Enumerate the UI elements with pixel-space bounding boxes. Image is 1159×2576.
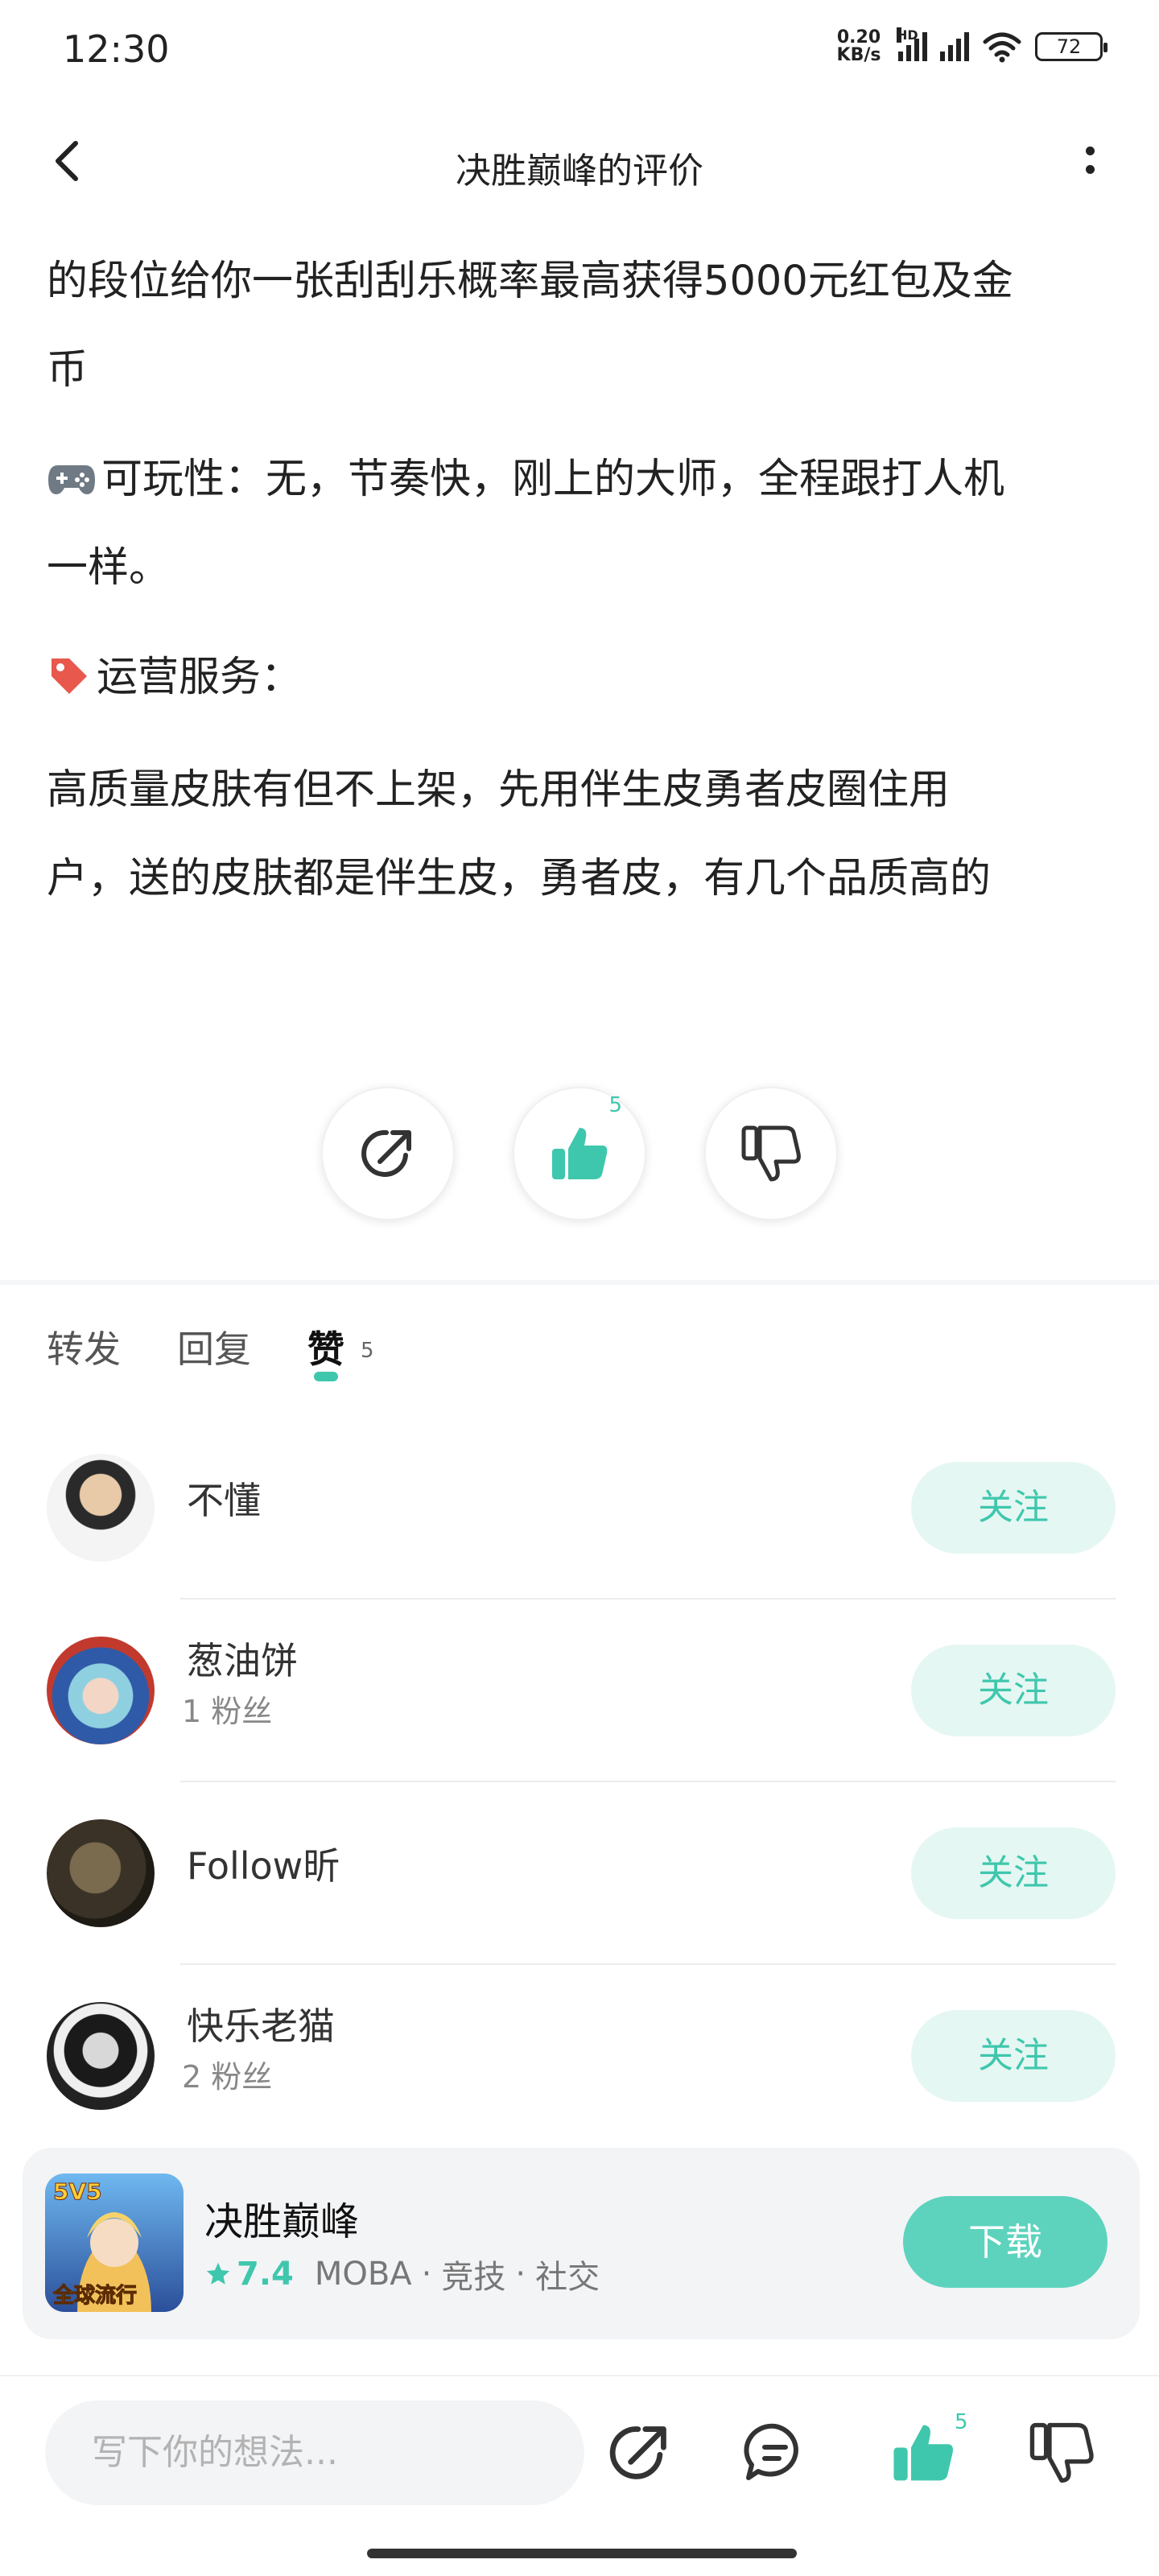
bookmark-tag-icon [52,658,87,694]
game-card[interactable]: 5V5 全球流行 决胜巅峰 7.4 MOBA · 竞技 · 社交 下载 [23,2148,1140,2339]
thumbs-up-icon [552,1128,608,1179]
bottom-action-bar: 写下你的想法... 5 [0,2375,1159,2576]
review-line: 可玩性：无，节奏快，刚上的大师，全程跟打人机 [47,427,1125,533]
user-fans-count: 1 粉丝 [182,1694,273,1729]
tab-like-count: 5 [361,1339,374,1363]
comment-input[interactable]: 写下你的想法... [45,2401,584,2505]
share-icon [609,2426,666,2479]
follow-button[interactable]: 关注 [911,1827,1116,1919]
signal-icon [940,32,969,61]
tab-like[interactable]: 赞5 [307,1320,374,1381]
tag-separator: · [421,2256,432,2293]
status-bar: 12:30 0.20 KB/s HD 72 [0,0,1159,100]
signal-hd-icon: HD [897,27,927,61]
star-icon [206,2262,230,2285]
tab-forward[interactable]: 转发 [47,1320,121,1373]
like-count: 5 [608,1093,622,1117]
game-meta: 7.4 MOBA · 竞技 · 社交 [204,2251,600,2297]
thumbs-down-icon [741,1125,801,1182]
like-count: 5 [955,2410,968,2434]
game-tag: MOBA [314,2256,412,2293]
game-tag: 社交 [535,2259,600,2296]
share-button[interactable] [321,1087,455,1220]
user-name[interactable]: 快乐老猫 [187,1997,335,2050]
game-icon[interactable]: 5V5 全球流行 [45,2174,184,2312]
user-name[interactable]: Follow昕 [187,1837,340,1890]
status-time: 12:30 [63,27,170,71]
user-name[interactable]: 不懂 [187,1472,261,1525]
follow-button[interactable]: 关注 [911,1645,1116,1736]
more-dot-icon [1085,165,1095,174]
follow-button[interactable]: 关注 [911,1462,1116,1554]
tab-reply[interactable]: 回复 [177,1320,251,1373]
review-body: 最让我讨厌的就是你说的这个什么最土贵，打到大师 的段位给你一张刮刮乐概率最高获得… [47,169,1125,932]
list-item[interactable]: Follow昕 关注 [0,1782,1159,1965]
tag-separator: · [515,2256,526,2293]
thumbs-down-icon [1029,2422,1094,2483]
list-item[interactable]: 葱油饼 1 粉丝 关注 [0,1600,1159,1782]
reaction-buttons: 5 [0,1087,1159,1220]
more-menu-button[interactable] [1066,132,1114,188]
download-button[interactable]: 下载 [903,2196,1107,2288]
user-name[interactable]: 葱油饼 [187,1632,298,1685]
review-line: 的段位给你一张刮刮乐概率最高获得5000元红包及金 [47,258,1013,305]
comment-button[interactable] [740,2418,810,2487]
like-button[interactable] [889,2418,958,2487]
avatar[interactable] [47,1454,155,1562]
game-title[interactable]: 决胜巅峰 [204,2190,359,2246]
game-art-icon: 5V5 全球流行 [45,2174,184,2312]
follow-button[interactable]: 关注 [911,2010,1116,2102]
game-score: 7.4 [204,2256,294,2293]
avatar[interactable] [47,1819,155,1927]
thumbs-up-icon [893,2425,953,2481]
net-speed: 0.20 KB/s [836,27,881,65]
battery-icon: 72 [1035,32,1107,61]
share-button[interactable] [605,2418,674,2487]
dislike-button[interactable] [1027,2418,1096,2487]
dislike-button[interactable] [704,1087,838,1220]
status-icons: 0.20 KB/s HD 72 [832,27,1107,65]
share-icon [361,1129,411,1177]
interaction-tabs: 转发 回复 赞5 [47,1320,374,1381]
home-indicator[interactable] [367,2549,797,2558]
list-item[interactable]: 快乐老猫 2 粉丝 关注 [0,1965,1159,2148]
page-title: 决胜巅峰的评价 [456,151,703,192]
more-dot-icon [1085,147,1095,155]
section-divider [0,1280,1159,1285]
tab-active-indicator [314,1372,338,1381]
user-fans-count: 2 粉丝 [182,2059,273,2095]
comment-icon [744,2423,798,2480]
svg-text:5V5: 5V5 [53,2178,102,2205]
like-button[interactable]: 5 [513,1087,646,1220]
svg-text:全球流行: 全球流行 [52,2283,137,2308]
game-tag: 竞技 [441,2259,506,2296]
nav-header: 决胜巅峰的评价 [0,100,1159,227]
wifi-icon [983,32,1021,63]
liker-list: 不懂 关注 葱油饼 1 粉丝 关注 Follow昕 关注 快乐老猫 2 粉丝 关… [0,1417,1159,2148]
review-line: 户，送的皮肤都是伴生皮，勇者皮，有几个品质高的 [47,855,992,902]
game-controller-icon [48,465,95,494]
avatar[interactable] [47,2002,155,2110]
avatar[interactable] [47,1637,155,1744]
review-line: 运营服务： [47,625,1125,731]
list-item[interactable]: 不懂 关注 [0,1417,1159,1600]
